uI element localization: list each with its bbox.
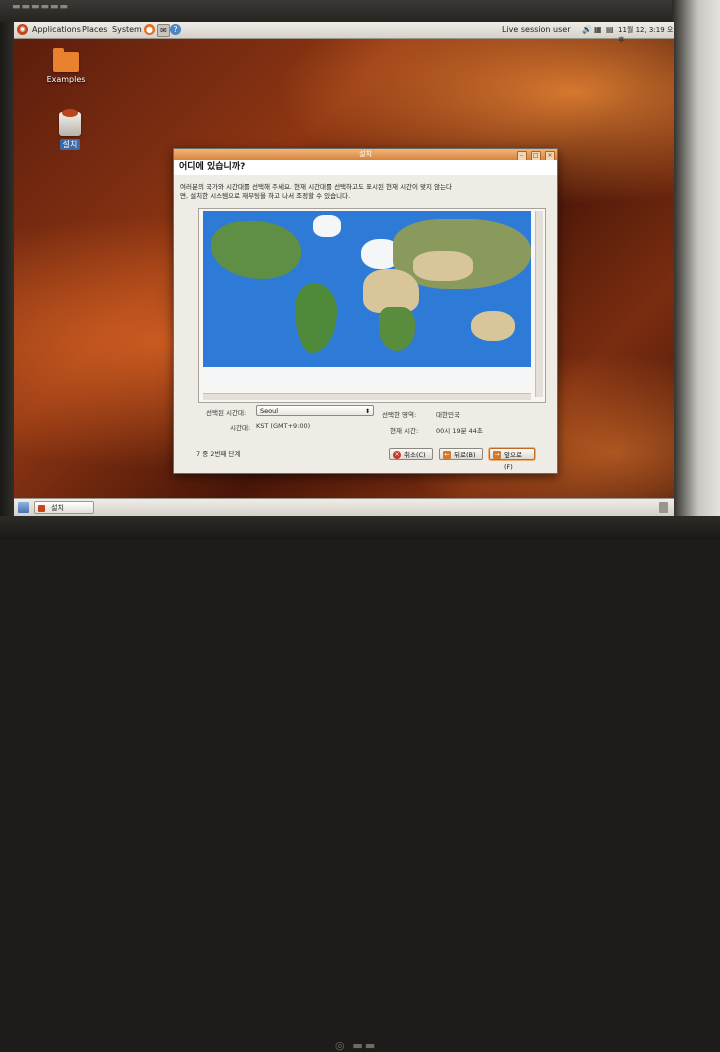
city-select-value: Seoul <box>260 407 279 415</box>
folder-icon <box>53 48 79 72</box>
page-description: 여러분의 국가와 시간대를 선택해 주세요. 현재 시간대를 선택하고도 표시된… <box>180 183 550 201</box>
desktop-icon-label: 설치 <box>59 139 81 150</box>
trash-icon[interactable] <box>659 502 668 513</box>
desktop-icon-label: Examples <box>46 75 86 84</box>
monitor-bezel-top: ▬▬▬▬▬▬ <box>0 0 720 22</box>
sound-icon[interactable]: 🔊 <box>582 25 592 34</box>
arrow-left-icon: ← <box>443 451 451 459</box>
map-vertical-scrollbar[interactable] <box>535 211 543 397</box>
map-horizontal-scrollbar[interactable] <box>203 393 531 400</box>
mail-launcher-icon[interactable]: ✉ <box>157 24 170 37</box>
taskbar-item-installer[interactable]: 설치 <box>34 501 94 514</box>
page-heading: 어디에 있습니까? <box>174 160 557 175</box>
network-icon[interactable]: ▦ <box>594 25 602 34</box>
map-land-greenland <box>313 215 341 237</box>
top-panel: ◉ Applications Places System ● ✉ ? Live … <box>14 22 674 44</box>
current-time-label: 현재 시간: <box>390 427 419 435</box>
window-title: 설치 <box>359 150 372 158</box>
ubuntu-logo-icon[interactable]: ◉ <box>17 24 28 35</box>
cancel-button[interactable]: × 취소(C) <box>389 448 433 460</box>
back-button-label: 뒤로(B) <box>454 451 476 459</box>
description-line: 여러분의 국가와 시간대를 선택해 주세요. 현재 시간대를 선택하고도 표시된… <box>180 183 453 191</box>
monitor-bezel-bottom: ◎ ▬▬ <box>0 516 720 1052</box>
installer-window: 설치 – □ × 어디에 있습니까? 여러분의 국가와 시간대를 선택해 주세요… <box>173 148 558 474</box>
map-land-antarctica <box>203 367 531 384</box>
world-map[interactable] <box>203 211 531 384</box>
forward-button-label: 앞으로(F) <box>504 451 522 471</box>
map-land-australia <box>471 311 515 341</box>
forward-button[interactable]: → 앞으로(F) <box>489 448 535 471</box>
region-value: 대한민국 <box>436 411 460 419</box>
world-map-panel <box>198 208 546 403</box>
session-user-label[interactable]: Live session user <box>502 25 570 34</box>
firefox-launcher-icon[interactable]: ● <box>144 24 155 35</box>
installer-task-icon <box>38 505 45 512</box>
arrow-right-icon: → <box>493 451 501 459</box>
desktop-icon-install[interactable]: 설치 <box>40 109 100 150</box>
map-land-north-america <box>211 221 301 279</box>
cancel-button-label: 취소(C) <box>404 451 426 459</box>
map-land-south-africa <box>379 307 415 351</box>
install-icon <box>59 109 81 136</box>
cancel-icon: × <box>393 451 401 459</box>
bottom-panel: 설치 <box>14 498 674 516</box>
taskbar-item-label: 설치 <box>51 504 64 512</box>
monitor-bezel-left <box>0 22 14 516</box>
help-launcher-icon[interactable]: ? <box>170 24 181 35</box>
monitor-bezel-right <box>672 0 720 540</box>
keyboard-icon[interactable]: ▤ <box>606 25 614 34</box>
selected-city-label: 선택된 시간대: <box>206 409 247 417</box>
step-indicator: 7 중 2번째 단계 <box>196 450 241 458</box>
chevron-down-icon: ⬍ <box>364 408 370 415</box>
monitor-model-logo: ▬▬▬▬▬▬ <box>12 2 70 12</box>
description-line: 면, 설치한 시스템으로 재부팅을 하고 나서 조정할 수 있습니다. <box>180 192 351 200</box>
back-button[interactable]: ← 뒤로(B) <box>439 448 483 460</box>
show-desktop-icon[interactable] <box>18 502 29 513</box>
region-label: 선택한 영역: <box>382 411 417 419</box>
map-land-middle-east <box>413 251 473 281</box>
map-land-south-america <box>295 283 337 353</box>
panel-clock[interactable]: 11월 12, 3:19 오후 <box>618 25 674 45</box>
desktop-screen: ◉ Applications Places System ● ✉ ? Live … <box>14 22 674 516</box>
menu-applications[interactable]: Applications <box>32 25 81 34</box>
current-time-value: 00시 19분 44초 <box>436 427 483 435</box>
menu-system[interactable]: System <box>112 25 142 34</box>
monitor-brand-logo: ◎ ▬▬ <box>335 1039 378 1052</box>
city-select[interactable]: Seoul ⬍ <box>256 405 374 416</box>
window-titlebar[interactable]: 설치 – □ × <box>174 149 557 161</box>
desktop-icon-examples[interactable]: Examples <box>36 48 96 84</box>
timezone-value: KST (GMT+9:00) <box>256 422 311 430</box>
menu-places[interactable]: Places <box>82 25 107 34</box>
timezone-label: 시간대: <box>230 424 251 432</box>
